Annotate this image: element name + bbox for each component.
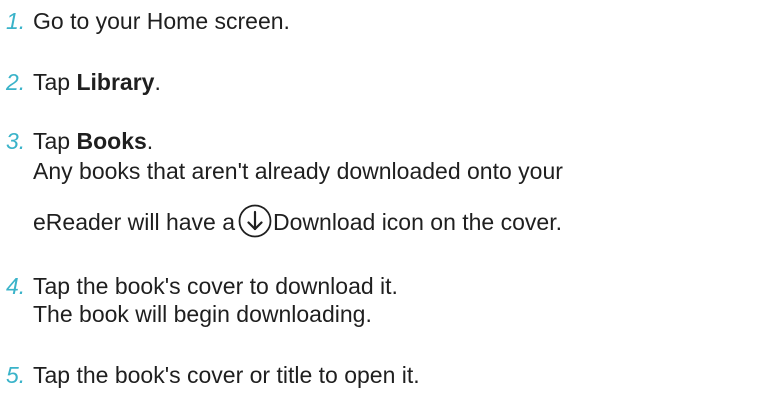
step-text: Tap Library. (33, 69, 161, 96)
note-text-before-icon: eReader will have a (33, 209, 236, 235)
step-text-prefix: Tap (33, 128, 77, 154)
library-label: Library (76, 69, 155, 95)
step-number: 2. (6, 69, 26, 95)
step-text-prefix: Tap (33, 69, 77, 95)
step-text-suffix: . (154, 69, 161, 95)
note-text-after-icon: Download icon on the cover. (273, 209, 562, 235)
step-text: Tap the book's cover or title to open it… (33, 362, 420, 388)
download-icon (238, 204, 272, 238)
step-text-suffix: . (146, 128, 154, 154)
step-note-line: Any books that aren't already downloaded… (33, 158, 563, 184)
books-label: Books (76, 128, 147, 154)
step-note-line: The book will begin downloading. (33, 301, 372, 327)
step-text: Tap Books. (33, 128, 153, 155)
step-number: 4. (6, 273, 26, 299)
step-number: 1. (6, 8, 26, 34)
step-text: Tap the book's cover to download it. (33, 273, 398, 299)
step-text: Go to your Home screen. (33, 8, 290, 34)
step-number: 3. (6, 128, 26, 154)
step-number: 5. (6, 362, 26, 388)
step-note-line: eReader will have a Download icon on the … (33, 204, 562, 238)
